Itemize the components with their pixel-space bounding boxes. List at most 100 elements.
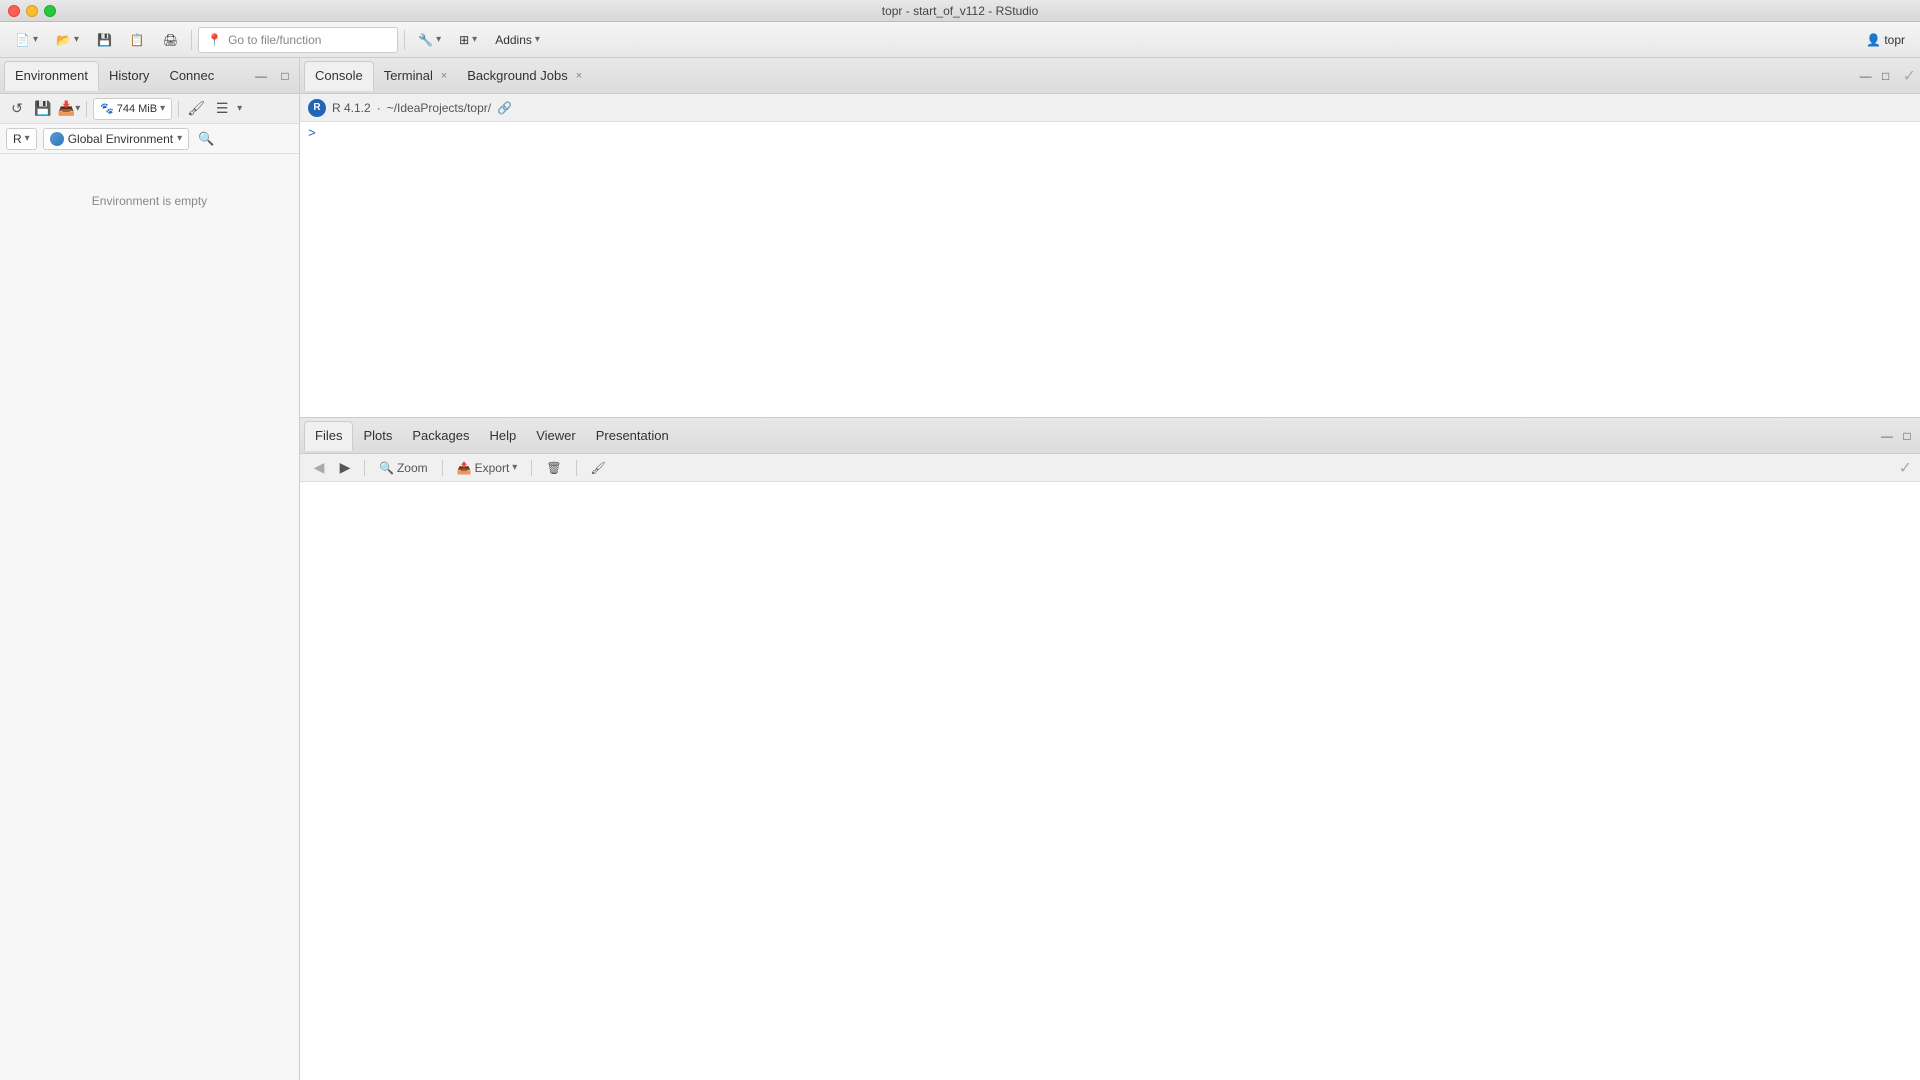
tab-viewer-label: Viewer bbox=[536, 428, 576, 443]
maximize-window-button[interactable] bbox=[44, 5, 56, 17]
environment-empty-message: Environment is empty bbox=[0, 154, 299, 1080]
tab-viewer[interactable]: Viewer bbox=[526, 421, 586, 451]
print-icon: 🖨 bbox=[163, 33, 178, 47]
right-panel: Console Terminal × Background Jobs × — □… bbox=[300, 58, 1920, 1080]
tab-terminal[interactable]: Terminal × bbox=[374, 61, 458, 91]
plots-minimize-btn[interactable]: — bbox=[1878, 427, 1896, 445]
empty-text: Environment is empty bbox=[92, 194, 207, 208]
left-panel-maximize-btn[interactable]: □ bbox=[275, 66, 295, 86]
zoom-button[interactable]: 🔍 Zoom bbox=[373, 457, 434, 479]
subtoolbar-sep-2 bbox=[178, 101, 179, 117]
plots-maximize-btn[interactable]: □ bbox=[1898, 427, 1916, 445]
new-script-button[interactable]: 📄 ▾ bbox=[8, 27, 45, 53]
env-search-btn[interactable]: 🔍 bbox=[195, 128, 217, 150]
console-path-separator: · bbox=[377, 101, 381, 115]
save-all-icon: 📋 bbox=[130, 33, 145, 47]
export-button[interactable]: 📤 Export ▾ bbox=[451, 457, 524, 479]
go-to-file-label: Go to file/function bbox=[228, 33, 321, 47]
close-window-button[interactable] bbox=[8, 5, 20, 17]
memory-dropdown-arrow: ▾ bbox=[160, 103, 165, 114]
console-link-icon[interactable]: 🔗 bbox=[497, 101, 512, 115]
plots-back-btn[interactable]: ◀ bbox=[308, 457, 330, 479]
tab-background-jobs[interactable]: Background Jobs × bbox=[457, 61, 592, 91]
tab-terminal-label: Terminal bbox=[384, 68, 433, 83]
tab-console-label: Console bbox=[315, 68, 363, 83]
memory-usage-badge[interactable]: 🐾 744 MiB ▾ bbox=[93, 98, 172, 120]
left-panel-minimize-btn[interactable]: — bbox=[251, 66, 271, 86]
plots-panel: Files Plots Packages Help Viewer Present… bbox=[300, 418, 1920, 1080]
open-dropdown-arrow: ▾ bbox=[74, 34, 79, 45]
left-panel: Environment History Connec — □ ↺ 💾 📥 ▾ bbox=[0, 58, 300, 1080]
r-selector-row: R ▾ Global Environment ▾ 🔍 bbox=[0, 124, 299, 154]
new-script-dropdown-arrow: ▾ bbox=[33, 34, 38, 45]
tab-console[interactable]: Console bbox=[304, 61, 374, 91]
plots-tab-bar: Files Plots Packages Help Viewer Present… bbox=[300, 418, 1920, 454]
background-jobs-close-btn[interactable]: × bbox=[576, 70, 582, 82]
save-workspace-btn[interactable]: 💾 bbox=[32, 98, 54, 120]
plots-toolbar-sep-4 bbox=[576, 460, 577, 476]
memory-icon: 🐾 bbox=[100, 102, 114, 115]
tab-plots-label: Plots bbox=[363, 428, 392, 443]
export-dropdown-arrow: ▾ bbox=[512, 462, 517, 473]
console-maximize-btn[interactable]: □ bbox=[1877, 67, 1895, 85]
plots-forward-btn[interactable]: ▶ bbox=[334, 457, 356, 479]
tab-environment-label: Environment bbox=[15, 68, 88, 83]
tab-connections-label: Connec bbox=[169, 68, 214, 83]
list-view-btn[interactable]: ☰ bbox=[211, 98, 233, 120]
open-button[interactable]: 📂 ▾ bbox=[49, 27, 86, 53]
go-to-file-input[interactable]: 📍 Go to file/function bbox=[198, 27, 398, 53]
save-button[interactable]: 💾 bbox=[90, 27, 119, 53]
refresh-plots-btn[interactable]: 🖌 bbox=[585, 457, 612, 479]
tab-files[interactable]: Files bbox=[304, 421, 353, 451]
console-panel-controls: — □ bbox=[1857, 67, 1895, 85]
plots-panel-controls: — □ bbox=[1878, 427, 1916, 445]
code-tools-dropdown-arrow: ▾ bbox=[436, 34, 441, 45]
plots-content bbox=[300, 482, 1920, 1080]
clear-plots-btn[interactable]: 🗑 bbox=[540, 457, 567, 479]
import-dataset-btn[interactable]: 📥 ▾ bbox=[58, 98, 80, 120]
tab-history[interactable]: History bbox=[99, 61, 159, 91]
grid-dropdown-arrow: ▾ bbox=[472, 34, 477, 45]
print-button[interactable]: 🖨 bbox=[156, 27, 185, 53]
tab-connections[interactable]: Connec bbox=[159, 61, 224, 91]
environment-select[interactable]: Global Environment ▾ bbox=[43, 128, 189, 150]
code-tools-button[interactable]: 🔧 ▾ bbox=[411, 27, 448, 53]
plots-checkmark: ✓ bbox=[1899, 458, 1912, 478]
tab-help[interactable]: Help bbox=[479, 421, 526, 451]
r-version-select[interactable]: R ▾ bbox=[6, 128, 37, 150]
window-controls bbox=[8, 5, 56, 17]
main-toolbar: 📄 ▾ 📂 ▾ 💾 📋 🖨 📍 Go to file/function 🔧 ▾ … bbox=[0, 22, 1920, 58]
grid-button[interactable]: ⊞ ▾ bbox=[452, 27, 484, 53]
list-view-dropdown-arrow: ▾ bbox=[237, 103, 242, 114]
tab-presentation-label: Presentation bbox=[596, 428, 669, 443]
tab-plots[interactable]: Plots bbox=[353, 421, 402, 451]
env-dropdown-arrow: ▾ bbox=[177, 133, 182, 144]
addins-label: Addins bbox=[495, 33, 532, 47]
r-logo: R bbox=[308, 99, 326, 117]
load-workspace-btn[interactable]: ↺ bbox=[6, 98, 28, 120]
clear-icon: 🗑 bbox=[546, 461, 561, 475]
minimize-window-button[interactable] bbox=[26, 5, 38, 17]
tab-presentation[interactable]: Presentation bbox=[586, 421, 679, 451]
tab-help-label: Help bbox=[489, 428, 516, 443]
tab-packages[interactable]: Packages bbox=[402, 421, 479, 451]
left-tab-icons: — □ bbox=[251, 66, 295, 86]
plots-toolbar: ◀ ▶ 🔍 Zoom 📤 Export ▾ 🗑 bbox=[300, 454, 1920, 482]
environment-name: Global Environment bbox=[68, 132, 173, 146]
brush-btn[interactable]: 🖌 bbox=[185, 98, 207, 120]
tab-environment[interactable]: Environment bbox=[4, 61, 99, 91]
save-icon: 💾 bbox=[97, 33, 112, 47]
tab-files-label: Files bbox=[315, 428, 342, 443]
console-prompt: > bbox=[308, 126, 316, 141]
console-minimize-btn[interactable]: — bbox=[1857, 67, 1875, 85]
console-tab-bar: Console Terminal × Background Jobs × — □… bbox=[300, 58, 1920, 94]
user-button[interactable]: 👤 topr bbox=[1859, 27, 1912, 53]
export-icon: 📤 bbox=[457, 461, 472, 475]
save-all-button[interactable]: 📋 bbox=[123, 27, 152, 53]
addins-button[interactable]: Addins ▾ bbox=[488, 27, 547, 53]
console-content[interactable]: > bbox=[300, 122, 1920, 417]
terminal-close-btn[interactable]: × bbox=[441, 70, 447, 82]
import-icon: 📥 bbox=[58, 100, 75, 117]
layout: Environment History Connec — □ ↺ 💾 📥 ▾ bbox=[0, 58, 1920, 1080]
title-bar: topr - start_of_v112 - RStudio bbox=[0, 0, 1920, 22]
